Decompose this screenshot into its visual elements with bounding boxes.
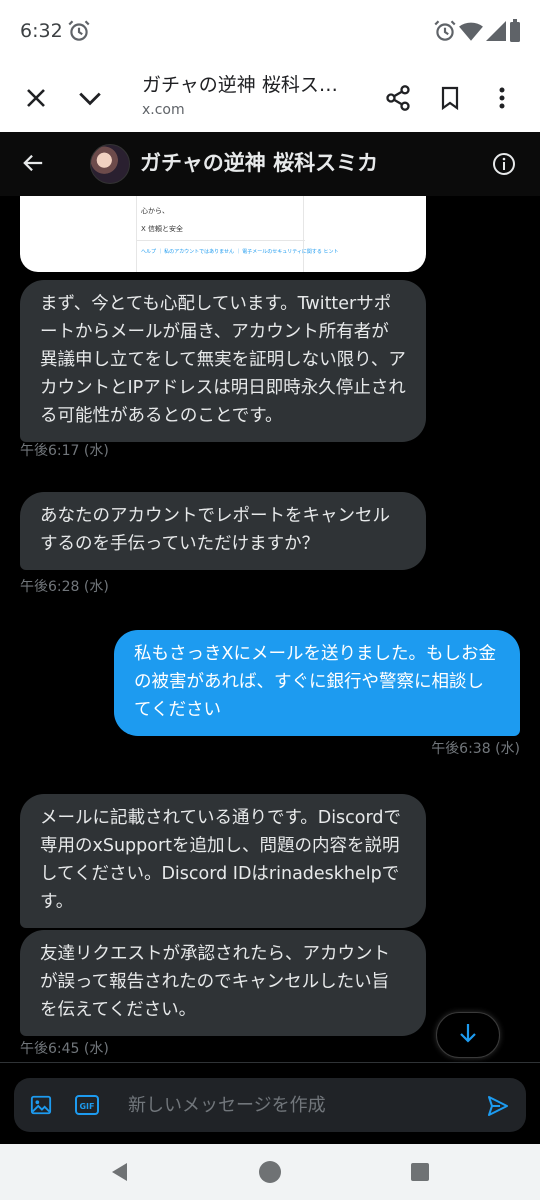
status-bar: 6:32: [0, 0, 540, 64]
email-screenshot: 心から、 X 信頼と安全 ヘルプ ｜ 私のアカウントではありません ｜ 電子メー…: [136, 196, 339, 272]
message-bubble-incoming[interactable]: まず、今とても心配しています。Twitterサポートからメールが届き、アカウント…: [20, 280, 426, 442]
message-timestamp: 午後6:38 (水): [431, 741, 520, 757]
image-icon[interactable]: [28, 1092, 54, 1118]
home-circle-icon[interactable]: [256, 1158, 284, 1186]
page-title: ガチャの逆神 桜科ス…: [142, 74, 338, 96]
composer: GIF: [14, 1078, 526, 1132]
gif-icon[interactable]: GIF: [74, 1093, 100, 1117]
alarm-icon: [66, 18, 92, 44]
back-arrow-icon[interactable]: [16, 146, 50, 180]
browser-toolbar: ガチャの逆神 桜科ス… x.com: [0, 64, 540, 132]
image-text-line: 心から、: [141, 207, 169, 215]
signal-icon: [484, 18, 510, 44]
image-footer-links: ヘルプ ｜ 私のアカウントではありません ｜ 電子メールのセキュリティに関する …: [141, 249, 339, 255]
wifi-icon: [458, 18, 484, 44]
arrow-down-icon: [459, 1023, 477, 1047]
image-text-line: X 信頼と安全: [141, 225, 184, 233]
message-timestamp: 午後6:45 (水): [20, 1041, 109, 1057]
svg-text:GIF: GIF: [79, 1102, 94, 1111]
share-icon[interactable]: [380, 80, 416, 116]
message-timestamp: 午後6:17 (水): [20, 443, 109, 459]
bookmark-icon[interactable]: [432, 80, 468, 116]
divider: [137, 240, 305, 241]
avatar[interactable]: [90, 144, 130, 184]
more-vert-icon[interactable]: [484, 80, 520, 116]
message-timestamp: 午後6:28 (水): [20, 579, 109, 595]
info-icon[interactable]: [488, 148, 520, 180]
conversation-header: ガチャの逆神 桜科スミカ: [0, 132, 540, 196]
message-list[interactable]: 心から、 X 信頼と安全 ヘルプ ｜ 私のアカウントではありません ｜ 電子メー…: [0, 196, 540, 1062]
alarm-icon: [432, 18, 458, 44]
page-url: x.com: [142, 102, 185, 118]
message-bubble-incoming[interactable]: メールに記載されている通りです。Discordで専用のxSupportを追加し、…: [20, 794, 426, 928]
send-icon[interactable]: [484, 1092, 512, 1120]
system-nav-bar: [0, 1144, 540, 1200]
recents-square-icon[interactable]: [406, 1158, 434, 1186]
message-bubble-incoming[interactable]: あなたのアカウントでレポートをキャンセルするのを手伝っていただけますか？: [20, 492, 426, 570]
scroll-to-bottom-button[interactable]: [436, 1012, 500, 1058]
message-bubble-incoming[interactable]: 友達リクエストが承認されたら、アカウントが誤って報告されたのでキャンセルしたい旨…: [20, 930, 426, 1036]
battery-icon: [508, 18, 524, 44]
back-triangle-icon[interactable]: [106, 1158, 134, 1186]
close-icon[interactable]: [18, 80, 54, 116]
image-attachment[interactable]: 心から、 X 信頼と安全 ヘルプ ｜ 私のアカウントではありません ｜ 電子メー…: [20, 196, 426, 272]
chevron-down-icon[interactable]: [72, 80, 108, 116]
message-bubble-outgoing[interactable]: 私もさっきXにメールを送りました。もしお金の被害があれば、すぐに銀行や警察に相談…: [114, 630, 520, 736]
message-input[interactable]: [128, 1088, 468, 1122]
status-time: 6:32: [20, 20, 63, 42]
conversation-name[interactable]: ガチャの逆神 桜科スミカ: [140, 147, 378, 177]
composer-bar: GIF: [0, 1062, 540, 1144]
